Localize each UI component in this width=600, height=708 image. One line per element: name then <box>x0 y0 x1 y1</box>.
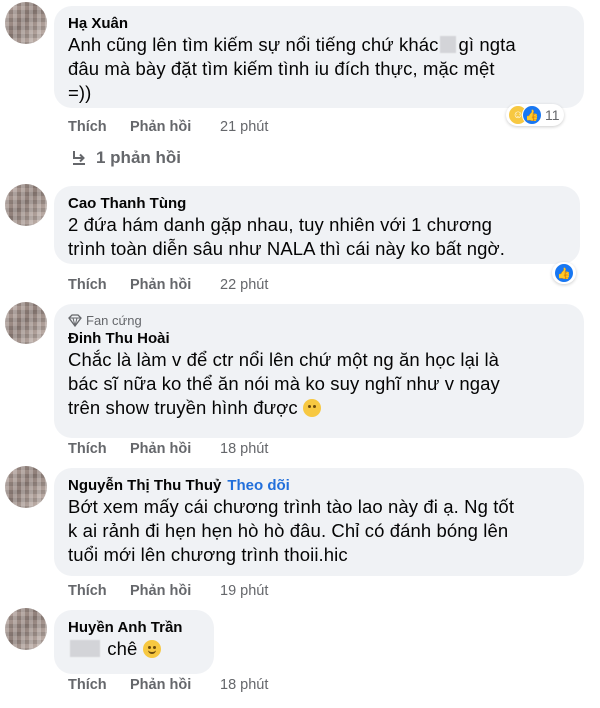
follow-button[interactable]: Theo dõi <box>227 477 290 494</box>
avatar[interactable] <box>5 2 47 44</box>
comment-text: Bớt xem mấy cái chương trình tào lao này… <box>68 496 515 565</box>
reaction-summary[interactable]: 👍 <box>552 262 576 284</box>
avatar[interactable] <box>5 184 47 226</box>
author-name[interactable]: Hạ Xuân <box>68 14 570 33</box>
timestamp[interactable]: 18 phút <box>220 677 268 693</box>
comment-text: chê <box>68 637 200 661</box>
view-replies-link[interactable]: 1 phản hồi <box>70 148 181 168</box>
author-name[interactable]: Cao Thanh Tùng <box>68 194 566 213</box>
like-button[interactable]: Thích <box>68 677 130 693</box>
like-button[interactable]: Thích <box>68 583 130 599</box>
avatar[interactable] <box>5 302 47 344</box>
reply-button[interactable]: Phản hồi <box>130 277 220 293</box>
reply-button[interactable]: Phản hồi <box>130 677 220 693</box>
avatar[interactable] <box>5 466 47 508</box>
like-button[interactable]: Thích <box>68 119 130 135</box>
comment-bubble: Hạ Xuân Anh cũng lên tìm kiếm sự nổi tiế… <box>54 6 584 108</box>
reply-arrow-icon <box>73 151 85 165</box>
author-name[interactable]: Huyền Anh Trần <box>68 618 200 637</box>
reply-button[interactable]: Phản hồi <box>130 441 220 457</box>
comment-bubble: Cao Thanh Tùng 2 đứa hám danh gặp nhau, … <box>54 186 580 264</box>
comment-actions: Thích Phản hồi 18 phút <box>68 677 268 693</box>
fan-badge: Fan cứng <box>68 312 570 329</box>
comment-bubble: Nguyễn Thị Thu Thuỷ Theo dõi Bớt xem mấy … <box>54 468 584 576</box>
comment-text: 2 đứa hám danh gặp nhau, tuy nhiên với 1… <box>68 214 505 259</box>
comment-actions: Thích Phản hồi 21 phút <box>68 119 268 135</box>
comment-text: Anh cũng lên tìm kiếm sự nổi tiếng chứ k… <box>68 34 516 103</box>
timestamp[interactable]: 21 phút <box>220 119 268 135</box>
timestamp[interactable]: 19 phút <box>220 583 268 599</box>
timestamp[interactable]: 18 phút <box>220 441 268 457</box>
sad-face-emoji <box>302 399 321 417</box>
author-name[interactable]: Đinh Thu Hoài <box>68 329 570 348</box>
reply-button[interactable]: Phản hồi <box>130 119 220 135</box>
timestamp[interactable]: 22 phút <box>220 277 268 293</box>
like-reaction-icon: 👍 <box>554 263 574 283</box>
censored-text <box>440 36 457 53</box>
like-button[interactable]: Thích <box>68 441 130 457</box>
author-name: Nguyễn Thị Thu Thuỷ Theo dõi <box>68 477 290 494</box>
avatar[interactable] <box>5 608 47 650</box>
reaction-count: 11 <box>545 107 560 123</box>
like-reaction-icon: 👍 <box>522 105 542 125</box>
comment-actions: Thích Phản hồi 18 phút <box>68 441 268 457</box>
comment-actions: Thích Phản hồi 19 phút <box>68 583 268 599</box>
comment-bubble: Huyền Anh Trần chê <box>54 610 214 674</box>
like-button[interactable]: Thích <box>68 277 130 293</box>
comment-text: Chắc là làm v để ctr nổi lên chứ một ng … <box>68 349 500 418</box>
censored-text <box>70 640 100 657</box>
reply-button[interactable]: Phản hồi <box>130 583 220 599</box>
diamond-icon <box>68 314 82 327</box>
reaction-summary[interactable]: ☺ 👍 11 <box>506 104 564 126</box>
replies-count-label: 1 phản hồi <box>96 148 181 167</box>
smile-emoji <box>142 640 161 658</box>
comment-bubble: Fan cứng Đinh Thu Hoài Chắc là làm v để … <box>54 304 584 438</box>
comment-actions: Thích Phản hồi 22 phút <box>68 277 268 293</box>
